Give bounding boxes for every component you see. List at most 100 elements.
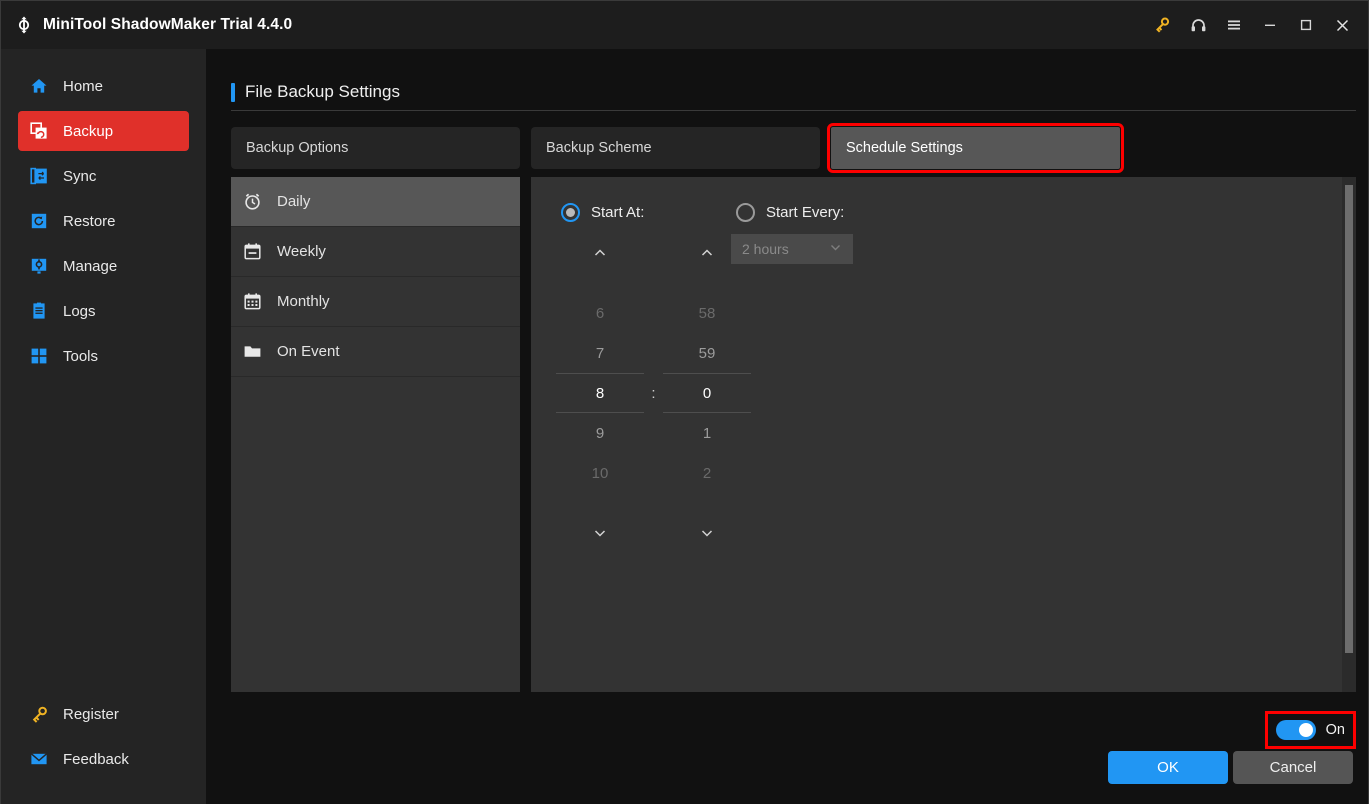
sidebar-item-sync[interactable]: Sync xyxy=(18,156,189,196)
sidebar-item-label: Tools xyxy=(63,347,99,365)
sidebar-item-restore[interactable]: Restore xyxy=(18,201,189,241)
sidebar-item-register[interactable]: Register xyxy=(18,694,189,734)
schedule-item-weekly[interactable]: Weekly xyxy=(231,227,520,277)
cancel-button[interactable]: Cancel xyxy=(1233,751,1353,784)
headset-icon[interactable] xyxy=(1180,1,1216,49)
hour-option[interactable]: 10 xyxy=(556,453,644,493)
sidebar-nav-main: Home Backup Sync Restore Manage Logs Too… xyxy=(1,49,206,376)
hour-down-arrow-icon[interactable] xyxy=(556,515,644,551)
tab-label: Schedule Settings xyxy=(846,140,963,156)
sidebar-nav-bottom: Register Feedback xyxy=(1,694,206,784)
sidebar: Home Backup Sync Restore Manage Logs Too… xyxy=(1,49,206,804)
hour-up-arrow-icon[interactable] xyxy=(556,235,644,271)
toggle-knob xyxy=(1298,723,1313,737)
restore-icon xyxy=(28,212,50,230)
sidebar-item-label: Backup xyxy=(63,122,114,140)
home-icon xyxy=(28,77,50,95)
time-picker: 6 7 8 9 10 : 58 59 0 1 2 xyxy=(556,235,751,555)
schedule-item-monthly[interactable]: Monthly xyxy=(231,277,520,327)
hour-spinner: 6 7 8 9 10 xyxy=(556,235,644,555)
key-icon xyxy=(28,706,50,723)
sidebar-item-logs[interactable]: Logs xyxy=(18,291,189,331)
schedule-detail-panel: Start At: Start Every: 2 hours 6 7 8 9 1… xyxy=(531,177,1356,692)
schedule-type-list: Daily Weekly Monthly On Event xyxy=(231,177,520,692)
sidebar-item-feedback[interactable]: Feedback xyxy=(18,739,189,779)
sidebar-item-label: Logs xyxy=(63,302,96,320)
minute-up-arrow-icon[interactable] xyxy=(663,235,751,271)
panel-scrollbar[interactable] xyxy=(1342,177,1356,692)
minute-option[interactable]: 58 xyxy=(663,293,751,333)
menu-icon[interactable] xyxy=(1216,1,1252,49)
minute-option[interactable]: 1 xyxy=(663,413,751,453)
page-header: File Backup Settings xyxy=(231,82,400,102)
sidebar-item-tools[interactable]: Tools xyxy=(18,336,189,376)
page-title-accent-bar xyxy=(231,82,235,102)
dialog-buttons: OK Cancel xyxy=(1108,751,1353,784)
time-separator: : xyxy=(651,384,656,402)
schedule-item-daily[interactable]: Daily xyxy=(231,177,520,227)
schedule-enable-toggle[interactable]: On xyxy=(1264,711,1357,749)
tab-label: Backup Options xyxy=(246,140,349,156)
manage-icon xyxy=(28,257,50,275)
sidebar-item-manage[interactable]: Manage xyxy=(18,246,189,286)
sidebar-item-backup[interactable]: Backup xyxy=(18,111,189,151)
sync-icon xyxy=(28,167,50,185)
calendar-icon xyxy=(241,242,263,261)
tab-label: Backup Scheme xyxy=(546,140,652,156)
title-bar: MiniTool ShadowMaker Trial 4.4.0 xyxy=(1,1,1368,49)
minute-option[interactable]: 59 xyxy=(663,333,751,373)
sidebar-item-label: Manage xyxy=(63,257,118,275)
sidebar-item-label: Sync xyxy=(63,167,97,185)
sidebar-item-label: Feedback xyxy=(63,750,129,768)
radio-mark xyxy=(736,203,755,222)
hour-selected[interactable]: 8 xyxy=(556,373,644,413)
schedule-item-label: Monthly xyxy=(277,293,330,310)
hour-option[interactable]: 7 xyxy=(556,333,644,373)
tools-icon xyxy=(28,347,50,365)
minute-down-arrow-icon[interactable] xyxy=(663,515,751,551)
toggle-state-label: On xyxy=(1325,722,1345,738)
alarm-clock-icon xyxy=(241,192,263,211)
logs-icon xyxy=(28,302,50,320)
maximize-icon[interactable] xyxy=(1288,1,1324,49)
schedule-item-on-event[interactable]: On Event xyxy=(231,327,520,377)
scrollbar-thumb[interactable] xyxy=(1345,185,1353,653)
ok-button[interactable]: OK xyxy=(1108,751,1228,784)
window-title: MiniTool ShadowMaker Trial 4.4.0 xyxy=(43,16,293,33)
minute-option[interactable]: 2 xyxy=(663,453,751,493)
radio-mark xyxy=(561,203,580,222)
radio-start-every[interactable]: Start Every: xyxy=(736,203,844,222)
calendar-grid-icon xyxy=(241,292,263,311)
sidebar-item-label: Restore xyxy=(63,212,116,230)
application-window: MiniTool ShadowMaker Trial 4.4.0 Home Ba… xyxy=(0,0,1369,804)
minimize-icon[interactable] xyxy=(1252,1,1288,49)
tab-schedule-settings[interactable]: Schedule Settings xyxy=(827,123,1124,173)
hour-option[interactable]: 9 xyxy=(556,413,644,453)
schedule-item-label: Daily xyxy=(277,193,311,210)
folder-icon xyxy=(241,342,263,361)
tab-backup-scheme[interactable]: Backup Scheme xyxy=(531,127,820,169)
minute-selected[interactable]: 0 xyxy=(663,373,751,413)
tab-backup-options[interactable]: Backup Options xyxy=(231,127,520,169)
header-divider xyxy=(231,110,1356,111)
envelope-icon xyxy=(28,750,50,768)
window-controls xyxy=(1144,1,1368,49)
sidebar-item-home[interactable]: Home xyxy=(18,66,189,106)
toggle-switch[interactable] xyxy=(1275,720,1316,740)
schedule-item-label: Weekly xyxy=(277,243,326,260)
radio-start-at[interactable]: Start At: xyxy=(561,203,644,222)
chevron-down-icon xyxy=(829,241,842,257)
minute-spinner: 58 59 0 1 2 xyxy=(663,235,751,555)
key-icon[interactable] xyxy=(1144,1,1180,49)
radio-start-every-label: Start Every: xyxy=(766,204,845,221)
schedule-item-label: On Event xyxy=(277,343,340,360)
hour-option[interactable]: 6 xyxy=(556,293,644,333)
sidebar-item-label: Register xyxy=(63,705,119,723)
page-title: File Backup Settings xyxy=(245,82,400,101)
radio-start-at-label: Start At: xyxy=(591,204,645,221)
settings-tabs: Backup Options Backup Scheme Schedule Se… xyxy=(231,123,1131,173)
close-icon[interactable] xyxy=(1324,1,1360,49)
main-content: File Backup Settings Backup Options Back… xyxy=(206,49,1368,804)
backup-icon xyxy=(28,122,50,140)
sidebar-item-label: Home xyxy=(63,77,104,95)
